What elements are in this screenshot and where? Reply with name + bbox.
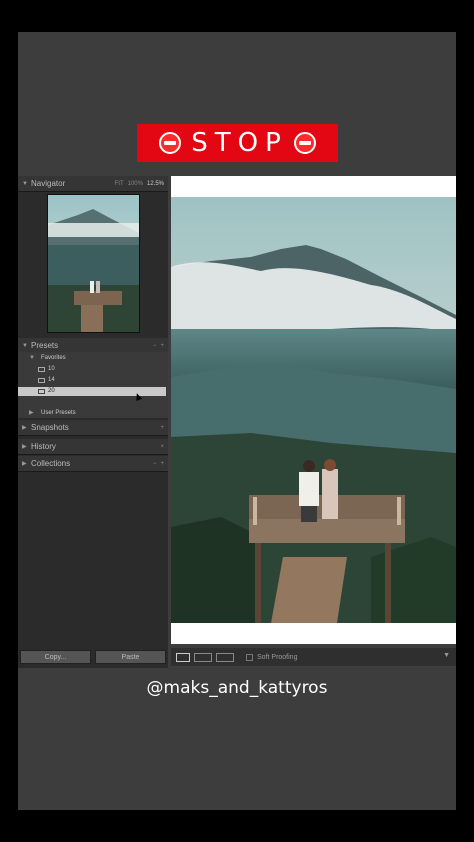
expand-triangle-icon: ▶ (22, 461, 27, 467)
remove-preset-icon[interactable]: − (153, 343, 157, 349)
zoom-100[interactable]: 100% (128, 181, 143, 187)
paste-button[interactable]: Paste (95, 650, 166, 664)
main-photo (171, 197, 456, 623)
preset-item[interactable]: 10 (38, 366, 55, 372)
presets-title: Presets (31, 341, 59, 350)
preset-icon (38, 366, 45, 372)
no-entry-icon (293, 132, 316, 154)
expand-triangle-icon: ▶ (29, 410, 34, 416)
collections-title: Collections (31, 459, 71, 468)
preset-icon (38, 377, 45, 383)
navigator-title: Navigator (31, 179, 66, 188)
snapshots-title: Snapshots (31, 423, 69, 432)
zoom-12-5[interactable]: 12.5% (147, 181, 164, 187)
history-header[interactable]: ▶ History × (18, 439, 168, 455)
remove-collection-icon[interactable]: − (153, 461, 157, 467)
snapshots-header[interactable]: ▶ Snapshots + (18, 420, 168, 436)
preset-item[interactable]: 14 (38, 377, 55, 383)
navigator-thumbnail[interactable] (47, 194, 140, 333)
clear-history-icon[interactable]: × (160, 444, 164, 450)
expand-triangle-icon: ▶ (22, 444, 27, 450)
preset-icon (38, 388, 45, 394)
navigator-header[interactable]: ▼ Navigator FIT 100% 12.5% (18, 176, 168, 192)
add-snapshot-icon[interactable]: + (160, 425, 164, 431)
preset-label: 14 (48, 377, 55, 383)
preset-group-label: Favorites (41, 355, 66, 361)
collapse-triangle-icon: ▼ (29, 355, 35, 361)
collections-header[interactable]: ▶ Collections − + (18, 456, 168, 472)
preset-label: 20 (48, 388, 55, 394)
expand-triangle-icon: ▶ (22, 425, 27, 431)
loupe-view-icon[interactable] (176, 652, 190, 662)
soft-proofing-label: Soft Proofing (257, 653, 298, 661)
add-collection-icon[interactable]: + (160, 461, 164, 467)
preset-group-label: User Presets (41, 409, 76, 416)
preset-group-favorites[interactable]: ▼ Favorites (29, 355, 66, 361)
bottom-toolbar: Soft Proofing ▼ (171, 648, 456, 666)
toolbar-menu-icon[interactable]: ▼ (443, 652, 450, 659)
add-preset-icon[interactable]: + (160, 343, 164, 349)
collapse-triangle-icon: ▼ (22, 342, 28, 349)
stop-banner: STOP (137, 124, 338, 162)
preset-label: 10 (48, 366, 55, 372)
preset-item[interactable]: 20 (38, 388, 55, 394)
before-after-icon[interactable] (216, 652, 234, 662)
stop-text: STOP (191, 128, 288, 158)
collapse-triangle-icon: ▼ (22, 180, 28, 187)
compare-view-icon[interactable] (194, 652, 212, 662)
copy-button[interactable]: Copy... (20, 650, 91, 664)
history-title: History (31, 442, 56, 451)
instagram-handle: @maks_and_kattyros (146, 678, 328, 698)
preset-group-user[interactable]: ▶ User Presets (29, 409, 76, 417)
no-entry-icon (159, 132, 182, 154)
soft-proofing-checkbox[interactable] (246, 653, 253, 661)
zoom-fit[interactable]: FIT (115, 181, 124, 187)
